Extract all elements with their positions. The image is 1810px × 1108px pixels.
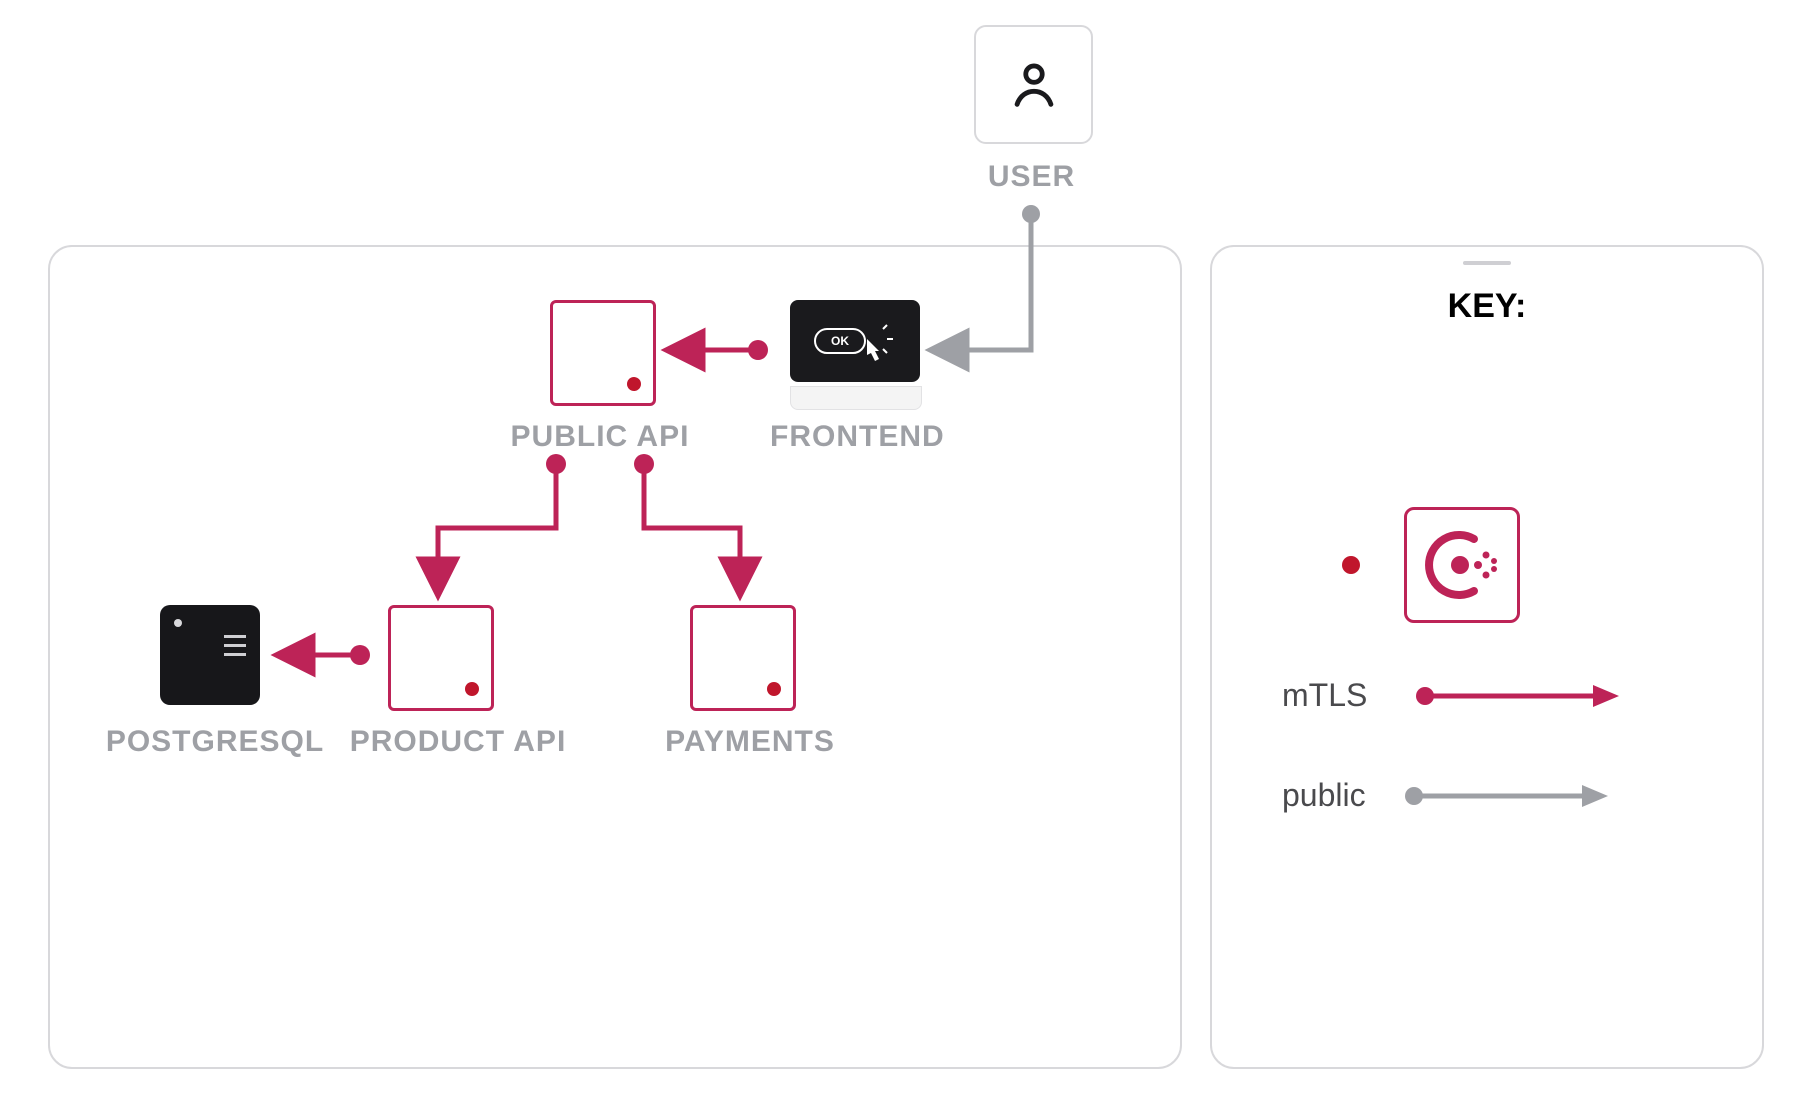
node-user: [974, 25, 1093, 144]
legend-row-mtls: mTLS: [1282, 677, 1623, 714]
legend-row-public: public: [1282, 777, 1612, 814]
node-payments: [690, 605, 796, 711]
consul-box-icon: [1404, 507, 1520, 623]
consul-dot-icon: [465, 682, 479, 696]
label-frontend: FRONTEND: [770, 420, 940, 454]
user-icon: [1005, 56, 1063, 114]
diagram-stage: USER OK FRONTEND PUBLIC API PRODUCT API …: [0, 0, 1810, 1108]
ok-cursor-icon: OK: [813, 321, 897, 361]
consul-logo-icon: [1422, 525, 1502, 605]
legend-row-consul: [1342, 507, 1520, 623]
consul-dot-icon: [627, 377, 641, 391]
node-postgresql: [160, 605, 260, 705]
label-product-api: PRODUCT API: [338, 725, 578, 759]
node-frontend: OK: [790, 300, 920, 410]
public-arrow-icon: [1402, 781, 1612, 811]
mtls-arrow-icon: [1413, 681, 1623, 711]
consul-dot-icon: [1342, 556, 1360, 574]
node-product-api: [388, 605, 494, 711]
label-postgresql: POSTGRESQL: [95, 725, 335, 759]
consul-dot-icon: [767, 682, 781, 696]
label-payments: PAYMENTS: [655, 725, 845, 759]
panel-handle: [1463, 261, 1511, 265]
node-public-api: [550, 300, 656, 406]
label-public-api: PUBLIC API: [500, 420, 700, 454]
label-user: USER: [974, 160, 1089, 194]
key-panel: KEY: mTLS: [1210, 245, 1764, 1069]
legend-public-label: public: [1282, 777, 1366, 814]
legend-title: KEY:: [1212, 287, 1762, 326]
legend-mtls-label: mTLS: [1282, 677, 1367, 714]
frontend-screen: OK: [790, 300, 920, 382]
svg-text:OK: OK: [831, 334, 849, 348]
